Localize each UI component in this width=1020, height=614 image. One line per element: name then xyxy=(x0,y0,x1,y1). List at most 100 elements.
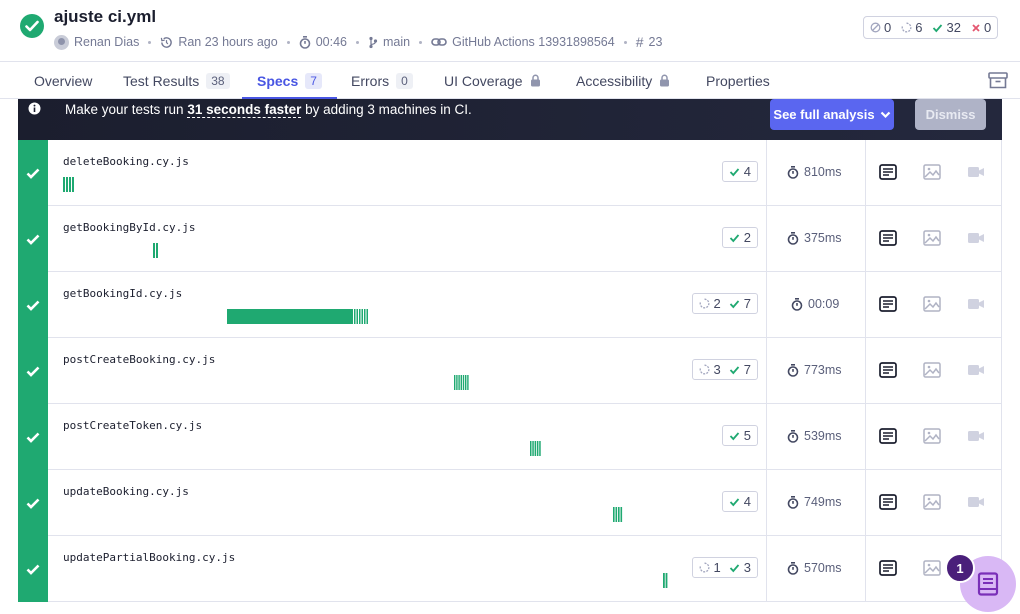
test-replay-icon[interactable] xyxy=(879,164,897,180)
spec-name[interactable]: updateBooking.cy.js xyxy=(63,485,189,498)
spec-timeline xyxy=(613,507,623,522)
spec-row[interactable]: getBookingById.cy.js 2 375ms xyxy=(18,206,1002,272)
tab-properties[interactable]: Properties xyxy=(706,62,770,99)
run-header: ajuste ci.yml Renan Dias Ran 23 hours ag… xyxy=(0,0,1020,61)
pending-count: 2 xyxy=(713,296,721,311)
spec-duration: 539ms xyxy=(804,429,842,443)
tab-errors[interactable]: Errors 0 xyxy=(351,62,413,99)
duration-cell: 00:09 xyxy=(766,272,866,338)
spec-name[interactable]: updatePartialBooking.cy.js xyxy=(63,551,235,564)
test-replay-icon[interactable] xyxy=(879,362,897,378)
spec-duration: 773ms xyxy=(804,363,842,377)
ci-provider[interactable]: GitHub Actions 13931898564 xyxy=(452,35,615,49)
test-results-count: 38 xyxy=(206,72,230,89)
spec-name[interactable]: postCreateBooking.cy.js xyxy=(63,353,215,366)
spec-name[interactable]: getBookingById.cy.js xyxy=(63,221,195,234)
passed-count: 4 xyxy=(743,494,751,509)
spec-timeline xyxy=(663,573,669,588)
test-replay-icon[interactable] xyxy=(879,560,897,576)
screenshots-icon[interactable] xyxy=(923,362,941,378)
pending-icon xyxy=(699,298,710,309)
screenshots-icon[interactable] xyxy=(923,164,941,180)
spec-row[interactable]: deleteBooking.cy.js 4 810ms xyxy=(18,140,1002,206)
passed-count: 7 xyxy=(743,296,751,311)
pass-indicator xyxy=(18,272,48,338)
test-replay-icon[interactable] xyxy=(879,230,897,246)
screenshots-icon[interactable] xyxy=(923,296,941,312)
archive-icon[interactable] xyxy=(988,72,1008,89)
video-icon[interactable] xyxy=(967,430,985,442)
author-name: Renan Dias xyxy=(74,35,140,49)
tab-ui-coverage[interactable]: UI Coverage xyxy=(444,62,541,99)
screenshots-icon[interactable] xyxy=(923,494,941,510)
check-icon xyxy=(729,233,739,242)
test-replay-icon[interactable] xyxy=(879,296,897,312)
screenshots-icon[interactable] xyxy=(923,428,941,444)
spec-duration: 00:09 xyxy=(808,297,840,311)
check-icon xyxy=(26,564,40,575)
dismiss-button[interactable]: Dismiss xyxy=(915,99,986,130)
info-icon xyxy=(28,102,41,115)
spec-name[interactable]: deleteBooking.cy.js xyxy=(63,155,189,168)
passed-count: 3 xyxy=(743,560,751,575)
video-icon[interactable] xyxy=(967,496,985,508)
spec-row[interactable]: updatePartialBooking.cy.js 1 3 570ms xyxy=(18,536,1002,602)
pass-indicator xyxy=(18,404,48,470)
duration-cell: 810ms xyxy=(766,140,866,206)
hash-icon: # xyxy=(635,34,644,50)
check-icon xyxy=(26,168,40,179)
screenshots-icon[interactable] xyxy=(923,560,941,576)
time-saved: 31 seconds faster xyxy=(187,102,302,118)
video-icon[interactable] xyxy=(967,364,985,376)
video-icon[interactable] xyxy=(967,166,985,178)
spec-row[interactable]: postCreateBooking.cy.js 3 7 773ms xyxy=(18,338,1002,404)
test-replay-icon[interactable] xyxy=(879,428,897,444)
check-icon xyxy=(26,234,40,245)
skipped-count: 0 xyxy=(884,20,892,35)
lock-icon xyxy=(530,74,540,87)
tab-bar: Overview Test Results 38 Specs 7 Errors 0 U… xyxy=(0,61,1020,100)
video-icon[interactable] xyxy=(967,298,985,310)
tab-overview[interactable]: Overview xyxy=(34,62,92,99)
spec-row[interactable]: updateBooking.cy.js 4 749ms xyxy=(18,470,1002,536)
duration-cell: 570ms xyxy=(766,536,866,602)
spec-list: deleteBooking.cy.js 4 810ms getBookingBy… xyxy=(18,140,1002,602)
duration-cell: 375ms xyxy=(766,206,866,272)
spec-duration: 810ms xyxy=(804,165,842,179)
spec-duration: 570ms xyxy=(804,561,842,575)
spec-name[interactable]: getBookingId.cy.js xyxy=(63,287,182,300)
see-full-analysis-button[interactable]: See full analysis xyxy=(770,99,894,130)
lock-icon xyxy=(660,74,670,87)
tab-specs[interactable]: Specs 7 xyxy=(242,62,337,100)
passed-status-icon xyxy=(20,14,44,38)
screenshots-icon[interactable] xyxy=(923,230,941,246)
spec-timeline xyxy=(153,243,159,258)
spec-stats: 3 7 xyxy=(691,359,758,380)
pass-indicator xyxy=(18,206,48,272)
branch-name[interactable]: main xyxy=(383,35,410,49)
test-replay-icon[interactable] xyxy=(879,494,897,510)
check-icon xyxy=(26,300,40,311)
run-counts: 0 6 32 0 xyxy=(863,16,999,39)
pass-indicator xyxy=(18,140,48,206)
spec-name[interactable]: postCreateToken.cy.js xyxy=(63,419,202,432)
ran-time: Ran 23 hours ago xyxy=(178,35,278,49)
check-icon xyxy=(729,365,739,374)
chevron-down-icon xyxy=(880,111,890,118)
check-icon xyxy=(26,366,40,377)
pending-icon xyxy=(699,562,710,573)
spec-duration: 749ms xyxy=(804,495,842,509)
tab-accessibility[interactable]: Accessibility xyxy=(576,62,670,99)
spec-timeline xyxy=(530,441,541,456)
tab-test-results[interactable]: Test Results 38 xyxy=(123,62,230,99)
check-icon xyxy=(933,23,943,32)
spec-row[interactable]: postCreateToken.cy.js 5 539ms xyxy=(18,404,1002,470)
video-icon[interactable] xyxy=(967,232,985,244)
check-icon xyxy=(26,432,40,443)
spec-timeline xyxy=(227,309,368,324)
check-icon xyxy=(26,498,40,509)
check-icon xyxy=(729,167,739,176)
spec-row[interactable]: getBookingId.cy.js 2 7 00:09 xyxy=(18,272,1002,338)
spec-duration: 375ms xyxy=(804,231,842,245)
run-duration: 00:46 xyxy=(315,35,347,49)
